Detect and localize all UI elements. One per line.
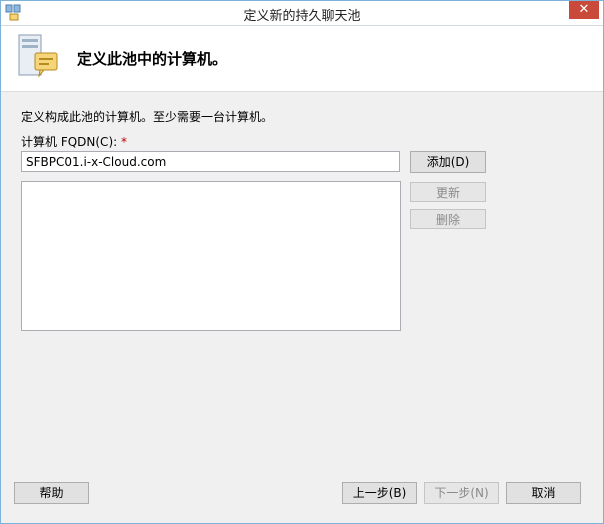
cancel-button[interactable]: 取消 (506, 482, 581, 504)
help-button[interactable]: 帮助 (14, 482, 89, 504)
close-icon: ✕ (578, 2, 590, 17)
update-button[interactable]: 更新 (410, 182, 486, 202)
delete-button[interactable]: 删除 (410, 209, 486, 229)
close-button[interactable]: ✕ (569, 1, 599, 19)
fqdn-label: 计算机 FQDN(C): * (21, 133, 127, 150)
server-chat-icon (15, 33, 63, 79)
computer-list[interactable] (21, 181, 401, 331)
dialog-window: 定义新的持久聊天池 ✕ 定义此池中的计算机。 定义构成此池的计算机。至少需要一台… (0, 0, 604, 524)
description-text: 定义构成此池的计算机。至少需要一台计算机。 (21, 110, 274, 124)
back-button[interactable]: 上一步(B) (342, 482, 417, 504)
title-bar[interactable]: 定义新的持久聊天池 ✕ (1, 1, 603, 26)
fqdn-label-text: 计算机 FQDN(C): (21, 135, 118, 149)
add-button[interactable]: 添加(D) (410, 151, 486, 173)
fqdn-input[interactable] (21, 151, 400, 172)
wizard-header: 定义此池中的计算机。 (1, 26, 603, 92)
next-button[interactable]: 下一步(N) (424, 482, 499, 504)
window-title: 定义新的持久聊天池 (243, 9, 361, 24)
required-mark: * (121, 135, 127, 149)
page-title: 定义此池中的计算机。 (77, 50, 228, 68)
